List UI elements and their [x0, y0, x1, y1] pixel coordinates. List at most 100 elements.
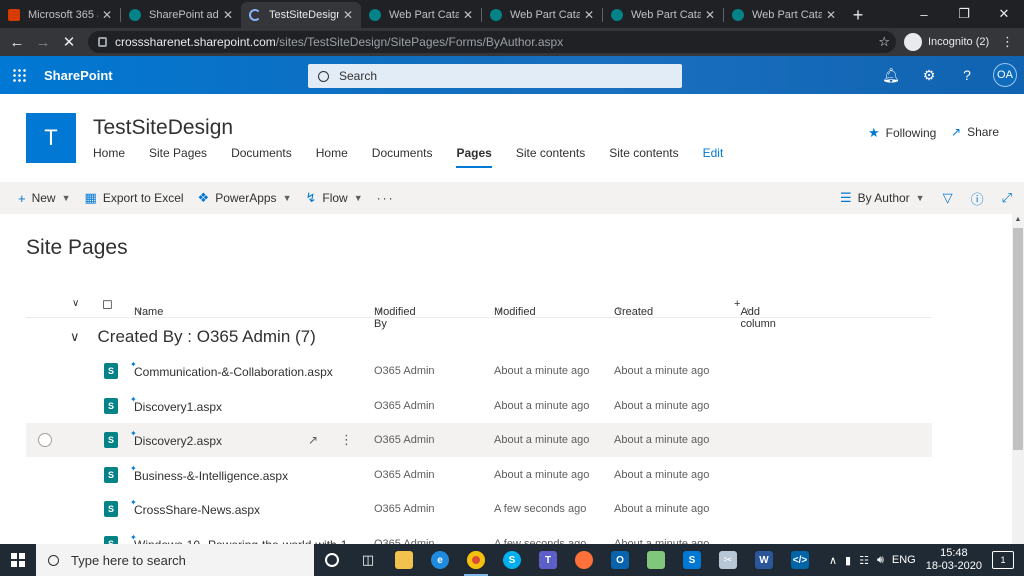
site-nav-item[interactable]: Documents [231, 146, 292, 168]
new-button[interactable]: + New ▼ [18, 191, 71, 206]
modified-by-cell[interactable]: O365 Admin [374, 469, 435, 481]
file-name-link[interactable]: Communication-&-Collaboration.aspx [134, 365, 333, 379]
clock[interactable]: 15:48 18-03-2020 [926, 547, 982, 573]
site-nav-item[interactable]: Site contents [516, 146, 585, 168]
bookmark-star-icon[interactable]: ☆ [878, 34, 890, 50]
tray-chevron-up-icon[interactable]: ∧ [829, 554, 837, 567]
task-view-icon[interactable]: ◫ [350, 544, 386, 576]
gear-icon[interactable]: ⚙ [910, 67, 948, 84]
file-name-link[interactable]: Business-&-Intelligence.aspx [134, 469, 288, 483]
search-input[interactable]: Search [308, 64, 682, 88]
chrome-icon[interactable] [458, 544, 494, 576]
site-nav-item[interactable]: Edit [703, 146, 724, 168]
browser-tab[interactable]: Web Part Catalo ✕ [724, 2, 844, 28]
table-row[interactable]: S ✦ CrossShare-News.aspx O365 Admin A few se… [26, 492, 932, 526]
scrollbar-thumb[interactable] [1013, 228, 1023, 450]
modified-by-cell[interactable]: O365 Admin [374, 434, 435, 446]
incognito-indicator[interactable]: Incognito (2) [904, 32, 989, 52]
site-nav-item[interactable]: Documents [372, 146, 433, 168]
restore-icon[interactable]: ❐ [944, 0, 984, 28]
browser-tab[interactable]: Microsoft 365 a ✕ [0, 2, 120, 28]
firefox-icon[interactable] [566, 544, 602, 576]
modified-by-cell[interactable]: O365 Admin [374, 503, 435, 515]
tab-close-icon[interactable]: ✕ [102, 8, 112, 22]
language-indicator[interactable]: ENG [892, 554, 916, 566]
edge-icon[interactable]: e [422, 544, 458, 576]
snipping-tool-icon[interactable]: ✂ [710, 544, 746, 576]
browser-tab[interactable]: Web Part Catalo ✕ [361, 2, 481, 28]
outlook-icon[interactable]: O [602, 544, 638, 576]
modified-by-cell[interactable]: O365 Admin [374, 365, 435, 377]
browser-tab[interactable]: Web Part Catalo ✕ [482, 2, 602, 28]
vscode-icon[interactable]: </> [782, 544, 818, 576]
share-icon[interactable]: ↗ [308, 433, 318, 447]
site-nav-item[interactable]: Site contents [609, 146, 678, 168]
network-icon[interactable]: ☷ [859, 554, 869, 567]
file-name-link[interactable]: Discovery1.aspx [134, 400, 222, 414]
tab-close-icon[interactable]: ✕ [343, 8, 353, 22]
volume-icon[interactable]: 🔊︎ [877, 554, 884, 567]
more-commands-button[interactable]: ··· [377, 191, 395, 205]
view-switcher[interactable]: ☰ By Author ▼ [840, 190, 925, 206]
start-button[interactable] [0, 544, 36, 576]
stop-loading-icon[interactable]: ✕ [56, 33, 82, 51]
row-select-checkbox[interactable] [38, 433, 52, 447]
site-nav-item[interactable]: Home [316, 146, 348, 168]
table-row[interactable]: S ✦ Discovery2.aspx ↗ ⋮ O365 Admin About a min… [26, 423, 932, 457]
scroll-up-icon[interactable]: ▲ [1012, 214, 1024, 226]
tab-close-icon[interactable]: ✕ [223, 8, 233, 22]
skype-business-icon[interactable]: S [674, 544, 710, 576]
battery-icon[interactable]: ▮ [845, 554, 851, 567]
browser-tab[interactable]: Web Part Catalo ✕ [603, 2, 723, 28]
close-window-icon[interactable]: ✕ [984, 0, 1024, 28]
file-explorer-icon[interactable] [386, 544, 422, 576]
site-nav-item[interactable]: Pages [456, 146, 492, 168]
expand-icon[interactable]: ⤢ [1002, 190, 1012, 206]
sharepoint-brand[interactable]: SharePoint [44, 68, 113, 83]
browser-tab[interactable]: SharePoint adm ✕ [121, 2, 241, 28]
add-column-button[interactable]: + Add column ∨ [734, 298, 776, 330]
filter-icon[interactable]: ▽ [943, 190, 953, 206]
cortana-icon[interactable] [314, 544, 350, 576]
more-actions-icon[interactable]: ⋮ [340, 432, 353, 448]
share-button[interactable]: ↗ Share [951, 125, 999, 139]
notes-app-icon[interactable] [638, 544, 674, 576]
site-nav-item[interactable]: Home [93, 146, 125, 168]
bell-icon[interactable]: 🔔︎ [872, 67, 910, 84]
avatar[interactable]: OA [993, 63, 1017, 87]
browser-tab[interactable]: TestSiteDesign ✕ [241, 2, 361, 28]
table-row[interactable]: S ✦ Communication-&-Collaboration.aspx O365… [26, 354, 932, 388]
powerapps-button[interactable]: ❖ PowerApps ▼ [198, 190, 292, 206]
group-collapse-icon[interactable]: ∨ [70, 329, 80, 345]
word-icon[interactable]: W [746, 544, 782, 576]
tab-close-icon[interactable]: ✕ [584, 8, 594, 22]
file-type-icon[interactable]: ◻ [102, 296, 113, 312]
browser-menu-icon[interactable]: ⋮ [1001, 34, 1014, 50]
group-header[interactable]: ∨ Created By : O365 Admin (7) [26, 320, 932, 354]
app-launcher-icon[interactable] [0, 56, 38, 94]
site-logo[interactable]: T [26, 113, 76, 163]
file-name-link[interactable]: CrossShare-News.aspx [134, 503, 260, 517]
info-icon[interactable]: ⓘ [971, 189, 984, 208]
help-icon[interactable]: ? [948, 67, 986, 83]
table-row[interactable]: S ✦ Business-&-Intelligence.aspx O365 Admin… [26, 458, 932, 492]
tab-close-icon[interactable]: ✕ [826, 8, 836, 22]
minimize-icon[interactable]: – [904, 0, 944, 28]
following-button[interactable]: ★ Following [868, 125, 936, 141]
collapse-all-icon[interactable]: ∨ [72, 298, 79, 309]
skype-icon[interactable]: S [494, 544, 530, 576]
notification-center-icon[interactable]: 1 [992, 551, 1014, 569]
back-icon[interactable]: ← [4, 34, 30, 51]
tab-close-icon[interactable]: ✕ [463, 8, 473, 22]
export-to-excel-button[interactable]: ▦ Export to Excel [85, 190, 184, 206]
table-row[interactable]: S ✦ Discovery1.aspx O365 Admin About a minut… [26, 389, 932, 423]
file-name-link[interactable]: Discovery2.aspx [134, 434, 222, 448]
new-tab-button[interactable]: + [844, 2, 872, 28]
teams-icon[interactable]: T [530, 544, 566, 576]
site-title[interactable]: TestSiteDesign [93, 116, 233, 140]
flow-button[interactable]: ↯ Flow ▼ [305, 190, 362, 206]
forward-icon[interactable]: → [30, 34, 56, 51]
url-field[interactable]: crosssharenet.sharepoint.com/sites/TestS… [88, 31, 896, 53]
taskbar-search[interactable]: Type here to search [36, 544, 314, 576]
tab-close-icon[interactable]: ✕ [705, 8, 715, 22]
